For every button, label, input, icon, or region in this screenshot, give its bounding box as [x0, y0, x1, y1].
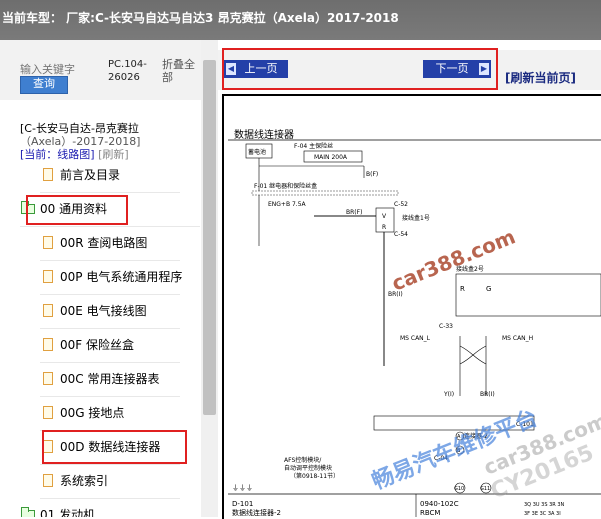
pin-row-bottom: 3F 3E 3C 3A 3I [524, 511, 561, 517]
tree-item-00p[interactable]: 00P 电气系统通用程序 [40, 260, 183, 295]
eng-fuse-label: ENG+B 7.5A [268, 201, 307, 208]
tree-item-label: 00C 常用连接器表 [60, 372, 160, 386]
document-icon [43, 270, 53, 283]
highlight-box-nav [222, 48, 498, 90]
tree-item-preface[interactable]: 前言及目录 [40, 158, 180, 193]
book-title-main: [C-长安马自达-昂克赛拉 [20, 122, 139, 135]
tree-item-label: 01 发动机 [40, 508, 96, 517]
c101-label: C-101 [516, 421, 534, 428]
c33-label: C-33 [439, 323, 453, 330]
d101-desc: 数据线连接器-2 [232, 508, 281, 517]
main-fuse-label: MAIN 200A [314, 154, 348, 161]
document-icon [43, 474, 53, 487]
wire-br-f: BR(F) [346, 209, 362, 216]
tree-item-00g[interactable]: 00G 接地点 [40, 396, 180, 431]
pin-b: B [457, 448, 461, 454]
search-area: 查询 PC.104-26026 折叠全部 [0, 40, 218, 100]
folder-icon [21, 507, 35, 517]
tree-item-label: 前言及目录 [60, 168, 121, 182]
pin-g: G [486, 285, 491, 293]
c04-label: C-04 [434, 455, 448, 462]
tree-item-system-index[interactable]: 系统索引 [40, 464, 180, 499]
wiring-diagram: 数据线连接器 蓄电池 F-04 主保险丝 MAIN 200A B(F) F-01… [222, 94, 601, 519]
tree-item-label: 00F 保险丝盒 [60, 338, 134, 352]
tree-item-label: 00P 电气系统通用程序 [60, 270, 183, 284]
search-button[interactable]: 查询 [20, 76, 68, 94]
tree-item-label: 系统索引 [60, 474, 109, 488]
wire-y-i: Y(I) [443, 391, 454, 398]
document-icon [43, 236, 53, 249]
battery-label: 蓄电池 [248, 148, 266, 156]
current-model-title: 当前车型： 厂家:C-长安马自达马自达3 昂克赛拉（Axela）2017-201… [2, 11, 399, 25]
pin-row-top: 3Q 3U 3S 3R 3N [524, 502, 565, 508]
sidebar: 查询 PC.104-26026 折叠全部 [C-长安马自达-昂克赛拉 （Axel… [0, 40, 218, 517]
top-bar: 当前车型： 厂家:C-长安马自达马自达3 昂克赛拉（Axela）2017-201… [0, 0, 601, 40]
tree-item-label: 00G 接地点 [60, 406, 125, 420]
junction1-label: 接线盒1号 [402, 214, 430, 222]
wire-br-i2: BR(I) [480, 391, 495, 398]
book-title[interactable]: [C-长安马自达-昂克赛拉 （Axela）-2017-2018] [20, 122, 200, 148]
rbcm-code: 0940-102C [420, 500, 459, 508]
document-icon [43, 406, 53, 419]
document-icon [43, 338, 53, 351]
ground-symbol: ⏚⏚⏚ [232, 484, 253, 492]
document-icon [43, 168, 53, 181]
afs-module-label2: 自动调平控制模块 [284, 464, 332, 472]
tree-item-label: 00E 电气接线图 [60, 304, 147, 318]
document-icon [43, 304, 53, 317]
main-content: ◀ 上一页 下一页 ▶ [刷新当前页] 数据线连接器 蓄电池 F-04 主保险丝… [218, 40, 601, 519]
connector2-label: 连接器-2 [464, 432, 488, 440]
tree-item-label: 00R 查阅电路图 [60, 236, 148, 250]
c54-label: C-54 [394, 231, 408, 238]
sidebar-scroll-thumb[interactable] [203, 60, 216, 415]
refresh-page-button[interactable]: [刷新当前页] [505, 69, 576, 86]
tree-item-00e[interactable]: 00E 电气接线图 [40, 294, 180, 329]
highlight-box-general [26, 195, 128, 225]
pin-g10: G10 [454, 486, 464, 492]
wire-br-i: BR(I) [388, 291, 403, 298]
d101-label: D-101 [232, 500, 253, 508]
highlight-box-data-connector [42, 430, 187, 464]
tree-item-00r[interactable]: 00R 查阅电路图 [40, 226, 180, 261]
afs-ref-label: （第0918-11节） [290, 472, 339, 480]
pin-a: A [457, 434, 461, 440]
ms-can-l-label: MS CAN_L [400, 335, 431, 342]
c52-label: C-52 [394, 201, 408, 208]
tree-item-00c[interactable]: 00C 常用连接器表 [40, 362, 180, 397]
ms-can-h-label: MS CAN_H [502, 335, 533, 342]
document-icon [43, 372, 53, 385]
search-input[interactable] [20, 61, 104, 77]
junction2-label: 接线盒2号 [456, 265, 484, 273]
f04-label: F-04 主保险丝 [294, 142, 333, 150]
diagram-title: 数据线连接器 [234, 128, 294, 141]
pin-r: R [382, 224, 386, 231]
afs-module-label: AFS控制模块/ [284, 456, 322, 464]
pc-code: PC.104-26026 [108, 59, 147, 83]
wiring-diagram-svg: 数据线连接器 蓄电池 F-04 主保险丝 MAIN 200A B(F) F-01… [228, 128, 601, 517]
collapse-all-button[interactable]: 折叠全部 [162, 58, 202, 84]
tree-item-00f[interactable]: 00F 保险丝盒 [40, 328, 180, 363]
wire-b-f: B(F) [366, 171, 378, 178]
f01-label: F-01 继电器和保险丝盒 [254, 182, 317, 190]
pin-r2: R [460, 285, 465, 293]
tree-item-engine[interactable]: 01 发动机 [20, 498, 200, 517]
rbcm-label: RBCM [420, 509, 440, 517]
pin-g11: G11 [480, 486, 490, 492]
